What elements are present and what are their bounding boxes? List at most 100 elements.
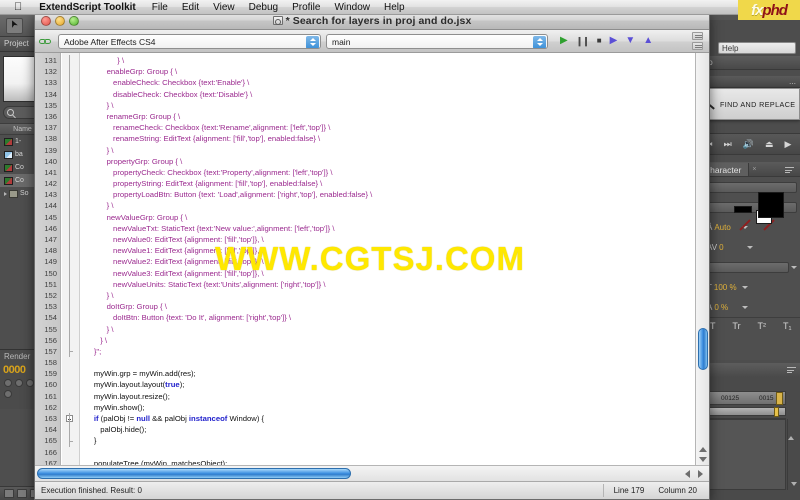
chevron-down-icon[interactable] [791,265,797,269]
list-item-label: Co [15,164,24,171]
leading-value[interactable]: Auto [714,223,740,232]
code-line: propertyLoadBtn: Button {text: 'Load',al… [81,190,373,200]
play-icon[interactable]: ▶ [785,139,792,150]
tracking-value[interactable]: 0 [719,243,745,252]
frame-fwd-icon[interactable]: ⏭ [724,139,732,150]
character-panel: Character × Å Auto AV 0 [696,162,800,360]
chevron-updown-icon[interactable] [306,35,319,48]
toolbar-extra-buttons [692,32,705,50]
grabber-icon[interactable]: ⋯ [789,80,796,88]
find-and-replace-popup[interactable]: FIND AND REPLACE [696,88,800,120]
ruler-tick: 00125 [721,395,740,402]
help-search-field[interactable]: Help [718,42,796,54]
debug-run-controls: ▶ ❙❙ ■ ▶ ▼ ▲ [560,36,653,46]
fill-color-swatch[interactable] [758,192,784,218]
line-number: 151 [44,279,57,289]
search-icon [7,109,14,116]
timeline-header [696,363,800,377]
time-marker-icon[interactable] [776,392,783,405]
stop-icon[interactable]: ■ [597,37,602,45]
studio-tab[interactable]: dio [696,56,800,70]
chevron-down-icon[interactable] [742,305,749,309]
code-line: if (palObj != null && palObj instanceof … [93,414,265,423]
code-line: } \ [81,201,114,211]
timeline-scrollbar[interactable] [787,419,800,490]
panel-menu-icon[interactable] [787,367,796,373]
menu-profile[interactable]: Profile [285,2,327,13]
scroll-left-icon[interactable] [685,470,690,478]
code-line: myWin.show(); [81,402,145,412]
new-comp-button[interactable] [4,489,14,498]
line-number: 140 [44,156,57,166]
folder-icon [9,189,18,198]
menu-debug[interactable]: Debug [242,2,285,13]
step-over-icon[interactable]: ▼ [625,36,635,46]
fill-bar-swatch[interactable] [734,206,752,213]
code-line: newValueTxt: StaticText {text:'New value… [81,223,335,233]
code-editor[interactable]: 131 132 133 134 135 136 137 138 139 140 141 142 143 1… [35,53,709,465]
editor-vertical-scrollbar[interactable] [695,53,709,465]
line-number: 138 [44,134,57,144]
playhead-icon[interactable] [774,407,779,417]
eye-icon[interactable] [4,379,12,387]
connection-icon[interactable] [39,35,53,48]
scroll-up-icon[interactable] [788,419,794,440]
transport-controls: ⏮ ⏭ 🔊 ⏏ ▶ [696,133,800,155]
baseline-shift-row: A 0 % [696,297,800,317]
code-line: myWin.layout.layout(true); [81,380,185,390]
small-caps-button[interactable]: Tr [732,321,740,331]
disclosure-triangle-icon[interactable] [4,191,7,196]
code-line: } \ [81,335,108,345]
chevron-down-icon[interactable] [741,285,748,289]
selection-arrow-tool-icon[interactable] [6,18,23,34]
scroll-down-icon[interactable] [699,457,707,462]
menu-edit[interactable]: Edit [175,2,206,13]
code-line: myWin.grp = myWin.add(res); [81,369,196,379]
editor-horizontal-scrollbar[interactable] [35,465,709,481]
panel-toggle-icon-2[interactable] [692,42,703,50]
new-folder-button[interactable] [17,489,27,498]
function-scope-select[interactable]: main [326,33,548,49]
line-number: 157 [44,346,57,356]
run-play-icon[interactable]: ▶ [560,36,568,46]
vertical-scale-value[interactable]: 100 % [714,283,740,292]
line-number: 145 [44,212,57,222]
scroll-right-icon[interactable] [698,470,703,478]
chevron-down-icon[interactable] [747,245,754,249]
fold-tick [69,351,73,353]
kerning-field[interactable] [707,261,789,273]
menu-help[interactable]: Help [377,2,412,13]
chevron-updown-icon[interactable] [533,35,546,48]
font-family-field[interactable] [707,181,797,193]
code-line: propertyCheck: Checkbox {text:'Property'… [81,167,333,177]
scroll-up-icon[interactable] [699,447,707,452]
menu-file[interactable]: File [145,2,175,13]
vertical-scroll-thumb[interactable] [698,328,708,370]
code-text-area[interactable]: } \ enableGrp: Group { \ enableCheck: Ch… [81,53,695,465]
render-icon[interactable]: ⏏ [765,139,774,150]
solo-icon[interactable] [26,379,34,387]
step-out-icon[interactable]: ▲ [643,36,653,46]
pause-icon[interactable]: ❙❙ [576,36,590,46]
code-folding-gutter[interactable] [62,53,80,465]
superscript-button[interactable]: T² [758,321,767,331]
code-line: palObj.hide(); [81,425,147,435]
menu-app-name[interactable]: ExtendScript Toolkit [30,2,145,13]
audio-icon[interactable]: 🔊 [743,139,754,150]
menu-window[interactable]: Window [327,2,377,13]
menu-view[interactable]: View [206,2,242,13]
audio-icon[interactable] [15,379,23,387]
eye-icon[interactable] [4,390,12,398]
step-into-icon[interactable]: ▶ [610,36,618,46]
scroll-down-icon[interactable] [791,482,797,486]
horizontal-scroll-thumb[interactable] [37,468,351,479]
fxphd-logo-phd: phd [762,1,787,19]
target-application-select[interactable]: Adobe After Effects CS4 [58,33,321,49]
baseline-shift-value[interactable]: 0 % [714,303,740,312]
panel-menu-icon[interactable] [785,167,794,173]
timeline-panel: 0 00125 0015 [696,363,800,500]
apple-logo-icon[interactable]:  [0,1,30,13]
close-icon[interactable]: × [749,166,756,173]
panel-toggle-icon[interactable] [692,32,703,40]
subscript-button[interactable]: T₁ [783,321,792,331]
